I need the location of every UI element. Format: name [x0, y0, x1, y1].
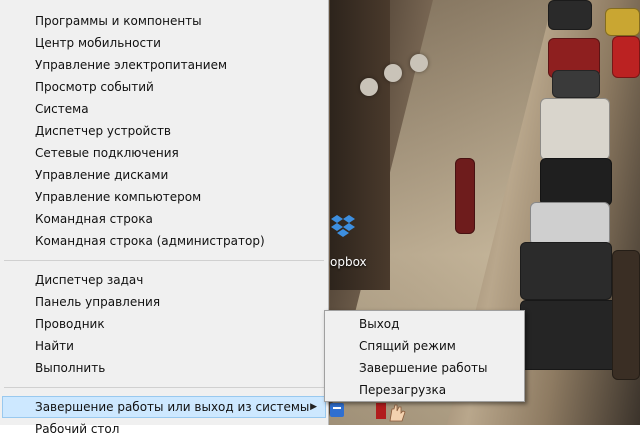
menu-item-search[interactable]: Найти [0, 335, 328, 357]
wallpaper-sign [455, 158, 475, 234]
submenu-item-sleep[interactable]: Спящий режим [325, 335, 524, 357]
wallpaper-lamp [410, 54, 428, 72]
chevron-right-icon: ▶ [310, 402, 317, 412]
dropbox-label[interactable]: opbox [330, 255, 367, 269]
wallpaper-car [540, 158, 612, 206]
menu-item-disk-management[interactable]: Управление дисками [0, 164, 328, 186]
taskbar-app-icon[interactable] [328, 401, 346, 419]
menu-item-event-viewer[interactable]: Просмотр событий [0, 76, 328, 98]
wallpaper-car [520, 300, 618, 370]
wallpaper-building [330, 0, 390, 290]
wallpaper-car [540, 98, 610, 160]
menu-separator [4, 260, 324, 261]
hand-icon[interactable] [374, 401, 408, 423]
dropbox-icon[interactable] [330, 213, 356, 243]
menu-item-desktop[interactable]: Рабочий стол [0, 418, 328, 440]
wallpaper-car [530, 202, 610, 246]
menu-item-control-panel[interactable]: Панель управления [0, 291, 328, 313]
menu-item-mobility-center[interactable]: Центр мобильности [0, 32, 328, 54]
menu-item-shutdown-label: Завершение работы или выход из системы [35, 400, 310, 414]
menu-item-system[interactable]: Система [0, 98, 328, 120]
menu-item-device-manager[interactable]: Диспетчер устройств [0, 120, 328, 142]
menu-separator [4, 387, 324, 388]
winx-group-shell: Диспетчер задач Панель управления Провод… [0, 269, 328, 379]
taskbar [322, 398, 640, 425]
menu-item-file-explorer[interactable]: Проводник [0, 313, 328, 335]
winx-group-system-tools: Программы и компоненты Центр мобильности… [0, 10, 328, 252]
wallpaper-car [612, 250, 640, 380]
submenu-item-sign-out[interactable]: Выход [325, 313, 524, 335]
submenu-item-shut-down[interactable]: Завершение работы [325, 357, 524, 379]
wallpaper-lamp [384, 64, 402, 82]
menu-item-power-options[interactable]: Управление электропитанием [0, 54, 328, 76]
winx-menu: Программы и компоненты Центр мобильности… [0, 0, 329, 436]
submenu-item-restart[interactable]: Перезагрузка [325, 379, 524, 401]
wallpaper-car [520, 242, 612, 300]
menu-item-run[interactable]: Выполнить [0, 357, 328, 379]
shutdown-submenu: Выход Спящий режим Завершение работы Пер… [324, 310, 525, 402]
menu-item-command-prompt[interactable]: Командная строка [0, 208, 328, 230]
wallpaper-car [612, 36, 640, 78]
menu-item-command-prompt-admin[interactable]: Командная строка (администратор) [0, 230, 328, 252]
menu-item-programs-features[interactable]: Программы и компоненты [0, 10, 328, 32]
menu-item-computer-management[interactable]: Управление компьютером [0, 186, 328, 208]
wallpaper-car [552, 70, 600, 98]
wallpaper-car [548, 0, 592, 30]
menu-item-network-connections[interactable]: Сетевые подключения [0, 142, 328, 164]
menu-item-shutdown-signout[interactable]: Завершение работы или выход из системы ▶ [2, 396, 326, 418]
wallpaper-car [605, 8, 640, 36]
menu-item-task-manager[interactable]: Диспетчер задач [0, 269, 328, 291]
wallpaper-lamp [360, 78, 378, 96]
